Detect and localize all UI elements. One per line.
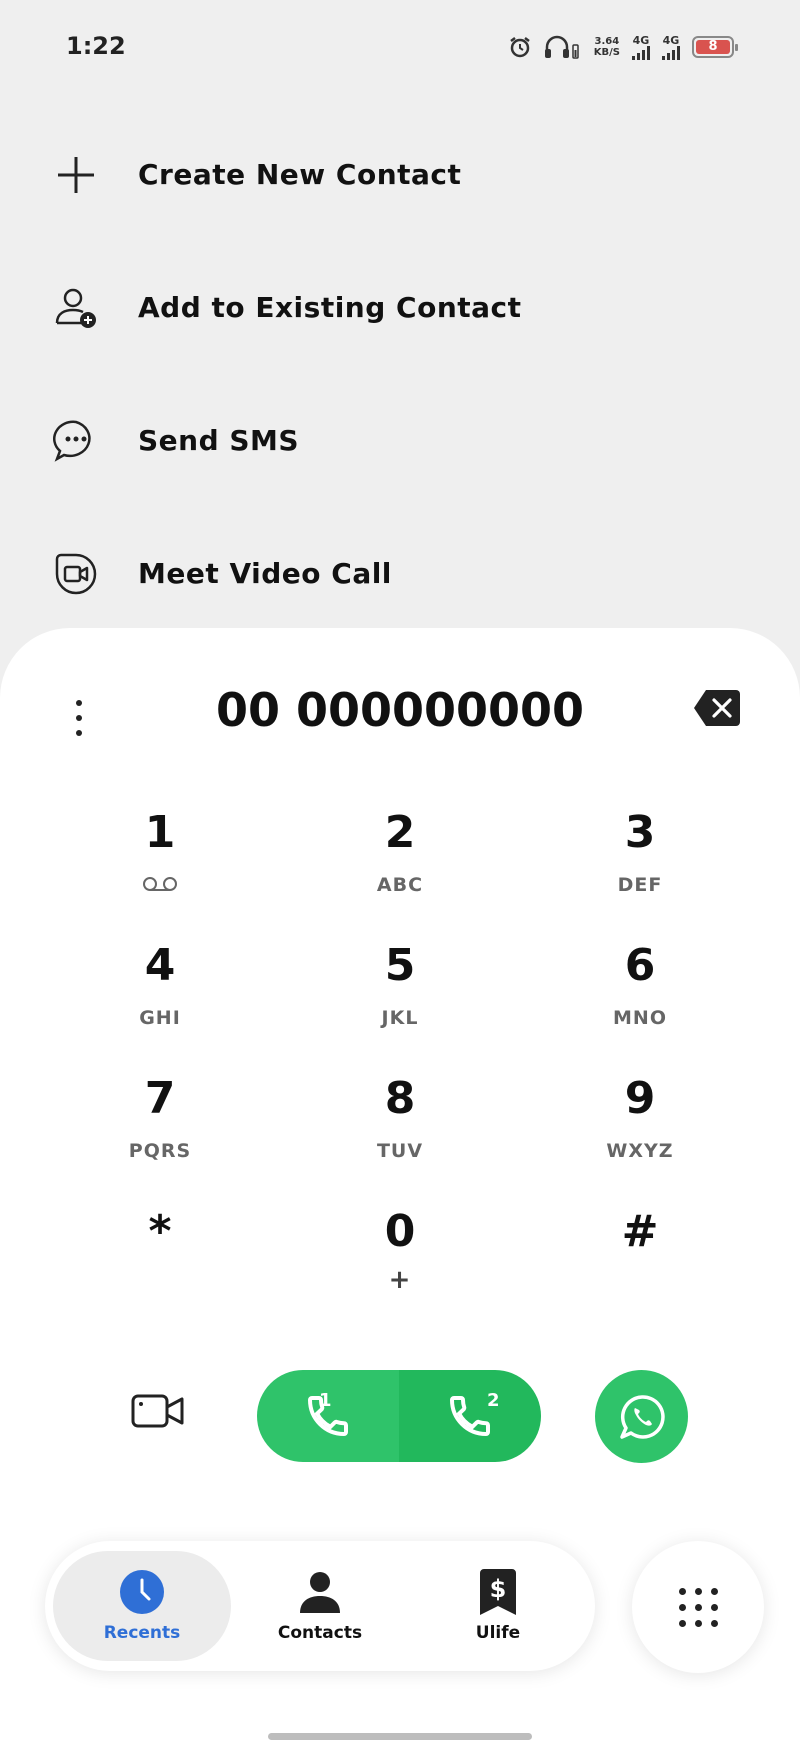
key-digit: 2 [384, 807, 416, 858]
key-digit: 4 [144, 940, 176, 991]
battery-icon: 8 [692, 36, 738, 58]
dialpad-icon [678, 1587, 718, 1627]
nav-ulife[interactable]: $ Ulife [409, 1551, 587, 1661]
key-letters: WXYZ [606, 1140, 674, 1162]
backspace-button[interactable] [692, 688, 742, 728]
net-speed: 3.64 KB/S [594, 36, 620, 58]
key-digit: 3 [624, 807, 656, 858]
meet-video-call-label: Meet Video Call [138, 557, 392, 590]
sim1-network-label: 4G [632, 33, 650, 47]
backspace-icon [694, 690, 740, 726]
sim2-network-label: 4G [662, 33, 680, 47]
send-sms-label: Send SMS [138, 424, 300, 457]
status-bar: 1:22 3.64 KB/S 4G 4G 8 [0, 0, 800, 100]
plus-icon [51, 150, 101, 200]
signal-icon [632, 45, 650, 60]
number-actions-list: Create New Contact Add to Existing Conta… [0, 108, 800, 640]
key-digit: 7 [144, 1073, 176, 1124]
key-6[interactable]: 6 MNO [520, 939, 760, 1072]
key-0[interactable]: 0 + [280, 1205, 520, 1338]
signal-icon [662, 45, 680, 60]
net-speed-unit: KB/S [593, 47, 620, 58]
key-letters: TUV [376, 1140, 424, 1162]
whatsapp-call-button[interactable] [595, 1370, 688, 1463]
key-digit: 5 [384, 940, 416, 991]
sim1-signal: 4G [632, 35, 650, 60]
call-sim2-button[interactable]: 2 [399, 1370, 541, 1462]
keypad-toggle-button[interactable] [632, 1541, 764, 1673]
meet-video-icon [51, 549, 101, 599]
clock-icon [120, 1570, 164, 1614]
key-9[interactable]: 9 WXYZ [520, 1072, 760, 1205]
send-sms-item[interactable]: Send SMS [0, 374, 800, 507]
key-8[interactable]: 8 TUV [280, 1072, 520, 1205]
whatsapp-icon [619, 1394, 665, 1439]
alarm-icon [510, 37, 530, 58]
voicemail-icon [143, 877, 177, 891]
key-7[interactable]: 7 PQRS [40, 1072, 280, 1205]
key-letters: MNO [613, 1007, 667, 1029]
create-new-contact-item[interactable]: Create New Contact [0, 108, 800, 241]
key-2[interactable]: 2 ABC [280, 806, 520, 939]
create-new-contact-label: Create New Contact [138, 158, 462, 191]
key-digit: * [148, 1206, 172, 1257]
dialed-number: 00 000000000 [215, 683, 585, 737]
key-digit: # [621, 1206, 659, 1257]
sim1-badge: 1 [319, 1390, 332, 1411]
key-letters: DEF [617, 874, 663, 896]
video-call-button[interactable] [130, 1391, 186, 1431]
key-letters: PQRS [128, 1140, 192, 1162]
add-to-existing-contact-item[interactable]: Add to Existing Contact [0, 241, 800, 374]
keypad: 1 2 ABC 3 DEF 4 GHI 5 JKL 6 MNO 7 PQRS 8… [40, 806, 760, 1338]
key-digit: 1 [144, 807, 176, 858]
key-letters: GHI [139, 1007, 181, 1029]
key-star[interactable]: * [40, 1205, 280, 1338]
status-time: 1:22 [66, 32, 126, 60]
sms-icon [51, 416, 101, 466]
home-indicator[interactable] [268, 1733, 532, 1740]
svg-text:$: $ [490, 1575, 507, 1603]
nav-ulife-label: Ulife [475, 1623, 521, 1643]
meet-video-call-item[interactable]: Meet Video Call [0, 507, 800, 640]
bottom-navigation: Recents Contacts $ Ulife [45, 1541, 595, 1671]
call-sim1-button[interactable]: 1 [257, 1370, 399, 1462]
status-icons: 3.64 KB/S 4G 4G 8 [508, 32, 738, 62]
dot-icon [76, 700, 82, 706]
key-1[interactable]: 1 [40, 806, 280, 939]
sim2-signal: 4G [662, 35, 680, 60]
add-to-existing-contact-label: Add to Existing Contact [138, 291, 522, 324]
key-digit: 9 [624, 1073, 656, 1124]
person-icon [300, 1572, 340, 1613]
dot-icon [76, 730, 82, 736]
more-options-button[interactable] [64, 688, 94, 748]
video-camera-icon [131, 1394, 184, 1428]
key-hash[interactable]: # [520, 1205, 760, 1338]
nav-contacts[interactable]: Contacts [231, 1551, 409, 1661]
add-person-icon [51, 283, 101, 333]
key-5[interactable]: 5 JKL [280, 939, 520, 1072]
sim2-badge: 2 [487, 1390, 500, 1411]
key-letters: JKL [381, 1007, 419, 1029]
dollar-bookmark-icon: $ [480, 1569, 516, 1615]
key-4[interactable]: 4 GHI [40, 939, 280, 1072]
key-digit: 0 [384, 1206, 416, 1257]
key-letters: ABC [376, 874, 424, 896]
battery-level: 8 [708, 39, 718, 54]
call-buttons: 1 2 [257, 1370, 541, 1462]
key-digit: 6 [624, 940, 656, 991]
dot-icon [76, 715, 82, 721]
dialer-sheet: 00 000000000 1 2 ABC 3 DEF 4 GHI 5 JKL 6… [0, 628, 800, 1751]
headphones-icon [544, 35, 579, 59]
key-3[interactable]: 3 DEF [520, 806, 760, 939]
nav-contacts-label: Contacts [277, 1623, 363, 1643]
key-letters: + [388, 1265, 412, 1295]
key-digit: 8 [384, 1073, 416, 1124]
net-speed-value: 3.64 [594, 36, 620, 47]
nav-recents-label: Recents [103, 1623, 181, 1643]
nav-recents[interactable]: Recents [53, 1551, 231, 1661]
